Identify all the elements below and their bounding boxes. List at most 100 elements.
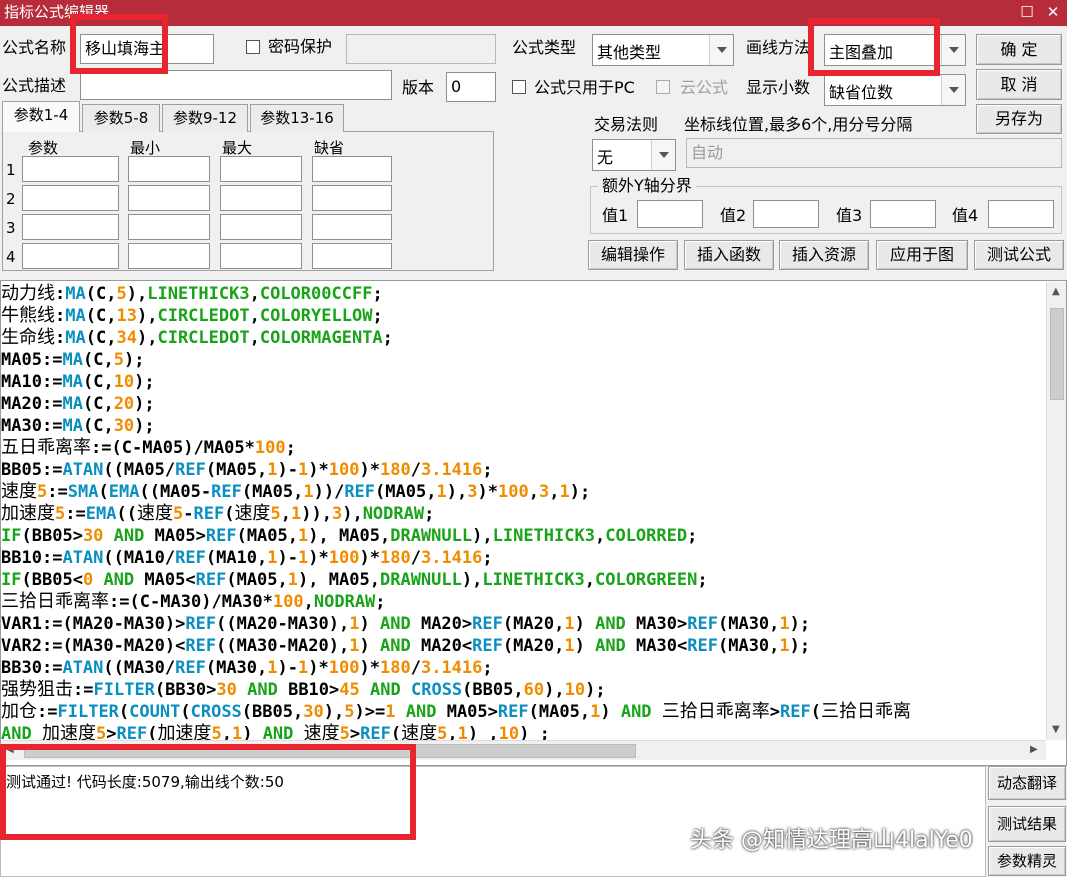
code-line: MA20:=MA(C,20); (1, 394, 155, 414)
decimals-value: 缺省位数 (829, 83, 894, 102)
code-line: 加仓:=FILTER(COUNT(CROSS(BB05,30),5)>=1 AN… (1, 701, 912, 722)
scroll-up-icon[interactable]: ▲ (1052, 286, 1060, 297)
value1-input[interactable] (637, 200, 703, 228)
code-line: 速度5:=SMA(EMA((MA05-REF(MA05,1))/REF(MA05… (1, 481, 591, 502)
edit-operations-button[interactable]: 编辑操作 (588, 240, 678, 270)
tab-params-5-8[interactable]: 参数5-8 (82, 104, 160, 132)
param4-max-input[interactable] (220, 243, 302, 269)
test-formula-button[interactable]: 测试公式 (974, 240, 1064, 270)
param-header-min: 最小 (130, 139, 161, 157)
param1-min-input[interactable] (128, 156, 210, 182)
insert-resource-button[interactable]: 插入资源 (779, 240, 869, 270)
param-wizard-button[interactable]: 参数精灵 (988, 846, 1066, 876)
param-row-label: 1 (6, 161, 16, 179)
code-line: MA30:=MA(C,30); (1, 416, 155, 436)
highlight-box-name (70, 14, 168, 74)
param4-name-input[interactable] (22, 243, 119, 269)
dynamic-translate-button[interactable]: 动态翻译 (988, 766, 1066, 800)
highlight-box-status (0, 744, 416, 840)
param1-default-input[interactable] (312, 156, 392, 182)
formula-type-select[interactable]: 其他类型 (592, 34, 734, 66)
param2-min-input[interactable] (128, 185, 210, 211)
tab-params-9-12[interactable]: 参数9-12 (162, 104, 248, 132)
value4-label: 值4 (952, 206, 979, 225)
param3-min-input[interactable] (128, 214, 210, 240)
axis-position-input[interactable]: 自动 (686, 138, 1062, 168)
chevron-down-icon[interactable] (651, 140, 675, 170)
param1-name-input[interactable] (22, 156, 119, 182)
chevron-down-icon[interactable] (709, 35, 733, 65)
formula-type-value: 其他类型 (597, 43, 662, 62)
param3-max-input[interactable] (220, 214, 302, 240)
save-as-button[interactable]: 另存为 (976, 104, 1062, 134)
pc-only-checkbox[interactable] (512, 80, 526, 94)
chevron-down-icon[interactable] (941, 35, 965, 65)
value3-input[interactable] (870, 200, 936, 228)
code-line: VAR1:=(MA20-MA30)>REF((MA20-MA30),1) AND… (1, 614, 811, 634)
formula-desc-input[interactable] (80, 70, 392, 100)
password-input[interactable] (346, 34, 496, 64)
apply-to-chart-button[interactable]: 应用于图 (876, 240, 968, 270)
param3-name-input[interactable] (22, 214, 119, 240)
param3-default-input[interactable] (312, 214, 392, 240)
decimals-label: 显示小数 (746, 78, 811, 97)
vertical-scroll-thumb[interactable] (1050, 308, 1064, 400)
param4-default-input[interactable] (312, 243, 392, 269)
formula-name-label: 公式名称 (2, 38, 67, 57)
version-input[interactable]: 0 (446, 72, 496, 102)
code-line: VAR2:=(MA30-MA20)<REF((MA30-MA20),1) AND… (1, 636, 811, 656)
code-line: 强势狙击:=FILTER(BB30>30 AND BB10>45 AND CRO… (1, 679, 606, 700)
extra-y-axis-label: 额外Y轴分界 (598, 176, 696, 196)
cancel-button[interactable]: 取 消 (976, 69, 1062, 100)
trade-rule-select[interactable]: 无 (592, 139, 676, 171)
decimals-select[interactable]: 缺省位数 (824, 74, 966, 106)
vertical-scrollbar[interactable]: ▲ ▼ (1046, 282, 1066, 740)
code-editor[interactable]: 动力线:MA(C,5),LINETHICK3,COLOR00CCFF; 牛熊线:M… (0, 280, 1067, 766)
code-line: 加速度5:=EMA((速度5-REF(速度5,1)),3),NODRAW; (1, 503, 435, 524)
trade-rule-label: 交易法则 (594, 115, 659, 134)
cloud-label: 云公式 (680, 78, 729, 97)
highlight-box-draw-method (808, 18, 940, 76)
param-row-label: 2 (6, 190, 16, 208)
param4-min-input[interactable] (128, 243, 210, 269)
trade-rule-value: 无 (597, 148, 614, 167)
cloud-checkbox[interactable] (656, 80, 670, 94)
value2-input[interactable] (753, 200, 819, 228)
param-header-name: 参数 (28, 139, 59, 157)
password-checkbox[interactable] (246, 40, 260, 54)
param-header-default: 缺省 (314, 139, 345, 157)
chevron-down-icon[interactable] (941, 75, 965, 105)
code-line: 三拾日乖离率:=(C-MA30)/MA30*100,NODRAW; (1, 591, 386, 612)
scroll-down-icon[interactable]: ▼ (1052, 724, 1060, 735)
code-line: 牛熊线:MA(C,13),CIRCLEDOT,COLORYELLOW; (1, 305, 383, 326)
code-line: IF(BB05<0 AND MA05<REF(MA05,1), MA05,DRA… (1, 570, 708, 590)
pc-only-label: 公式只用于PC (534, 78, 635, 97)
scroll-right-icon[interactable]: ▶ (1030, 744, 1038, 755)
code-line: MA05:=MA(C,5); (1, 350, 145, 370)
param1-max-input[interactable] (220, 156, 302, 182)
param-row-label: 3 (6, 219, 16, 237)
ok-button[interactable]: 确 定 (976, 34, 1062, 65)
insert-function-button[interactable]: 插入函数 (684, 240, 774, 270)
param2-max-input[interactable] (220, 185, 302, 211)
value4-input[interactable] (988, 200, 1054, 228)
value3-label: 值3 (836, 206, 863, 225)
axis-position-label: 坐标线位置,最多6个,用分号分隔 (684, 115, 913, 134)
watermark: 头条 @知情达理高山4lalYe0 (690, 828, 973, 853)
param-row-label: 4 (6, 248, 16, 266)
param-header-max: 最大 (222, 139, 253, 157)
code-line: 生命线:MA(C,34),CIRCLEDOT,COLORMAGENTA; (1, 327, 393, 348)
param2-default-input[interactable] (312, 185, 392, 211)
maximize-icon[interactable]: ☐ (1016, 1, 1038, 23)
code-line: 五日乖离率:=(C-MA05)/MA05*100; (1, 437, 296, 458)
version-label: 版本 (402, 78, 435, 97)
code-line: 动力线:MA(C,5),LINETHICK3,COLOR00CCFF; (1, 283, 383, 304)
tab-params-13-16[interactable]: 参数13-16 (250, 104, 344, 132)
tab-params-1-4[interactable]: 参数1-4 (2, 101, 80, 132)
test-result-button[interactable]: 测试结果 (988, 806, 1066, 842)
draw-method-label: 画线方法 (746, 38, 811, 57)
code-line: BB10:=ATAN((MA10/REF(MA10,1)-1)*100)*180… (1, 548, 493, 568)
param2-name-input[interactable] (22, 185, 119, 211)
formula-type-label: 公式类型 (512, 38, 577, 57)
close-icon[interactable]: ✕ (1042, 1, 1064, 23)
